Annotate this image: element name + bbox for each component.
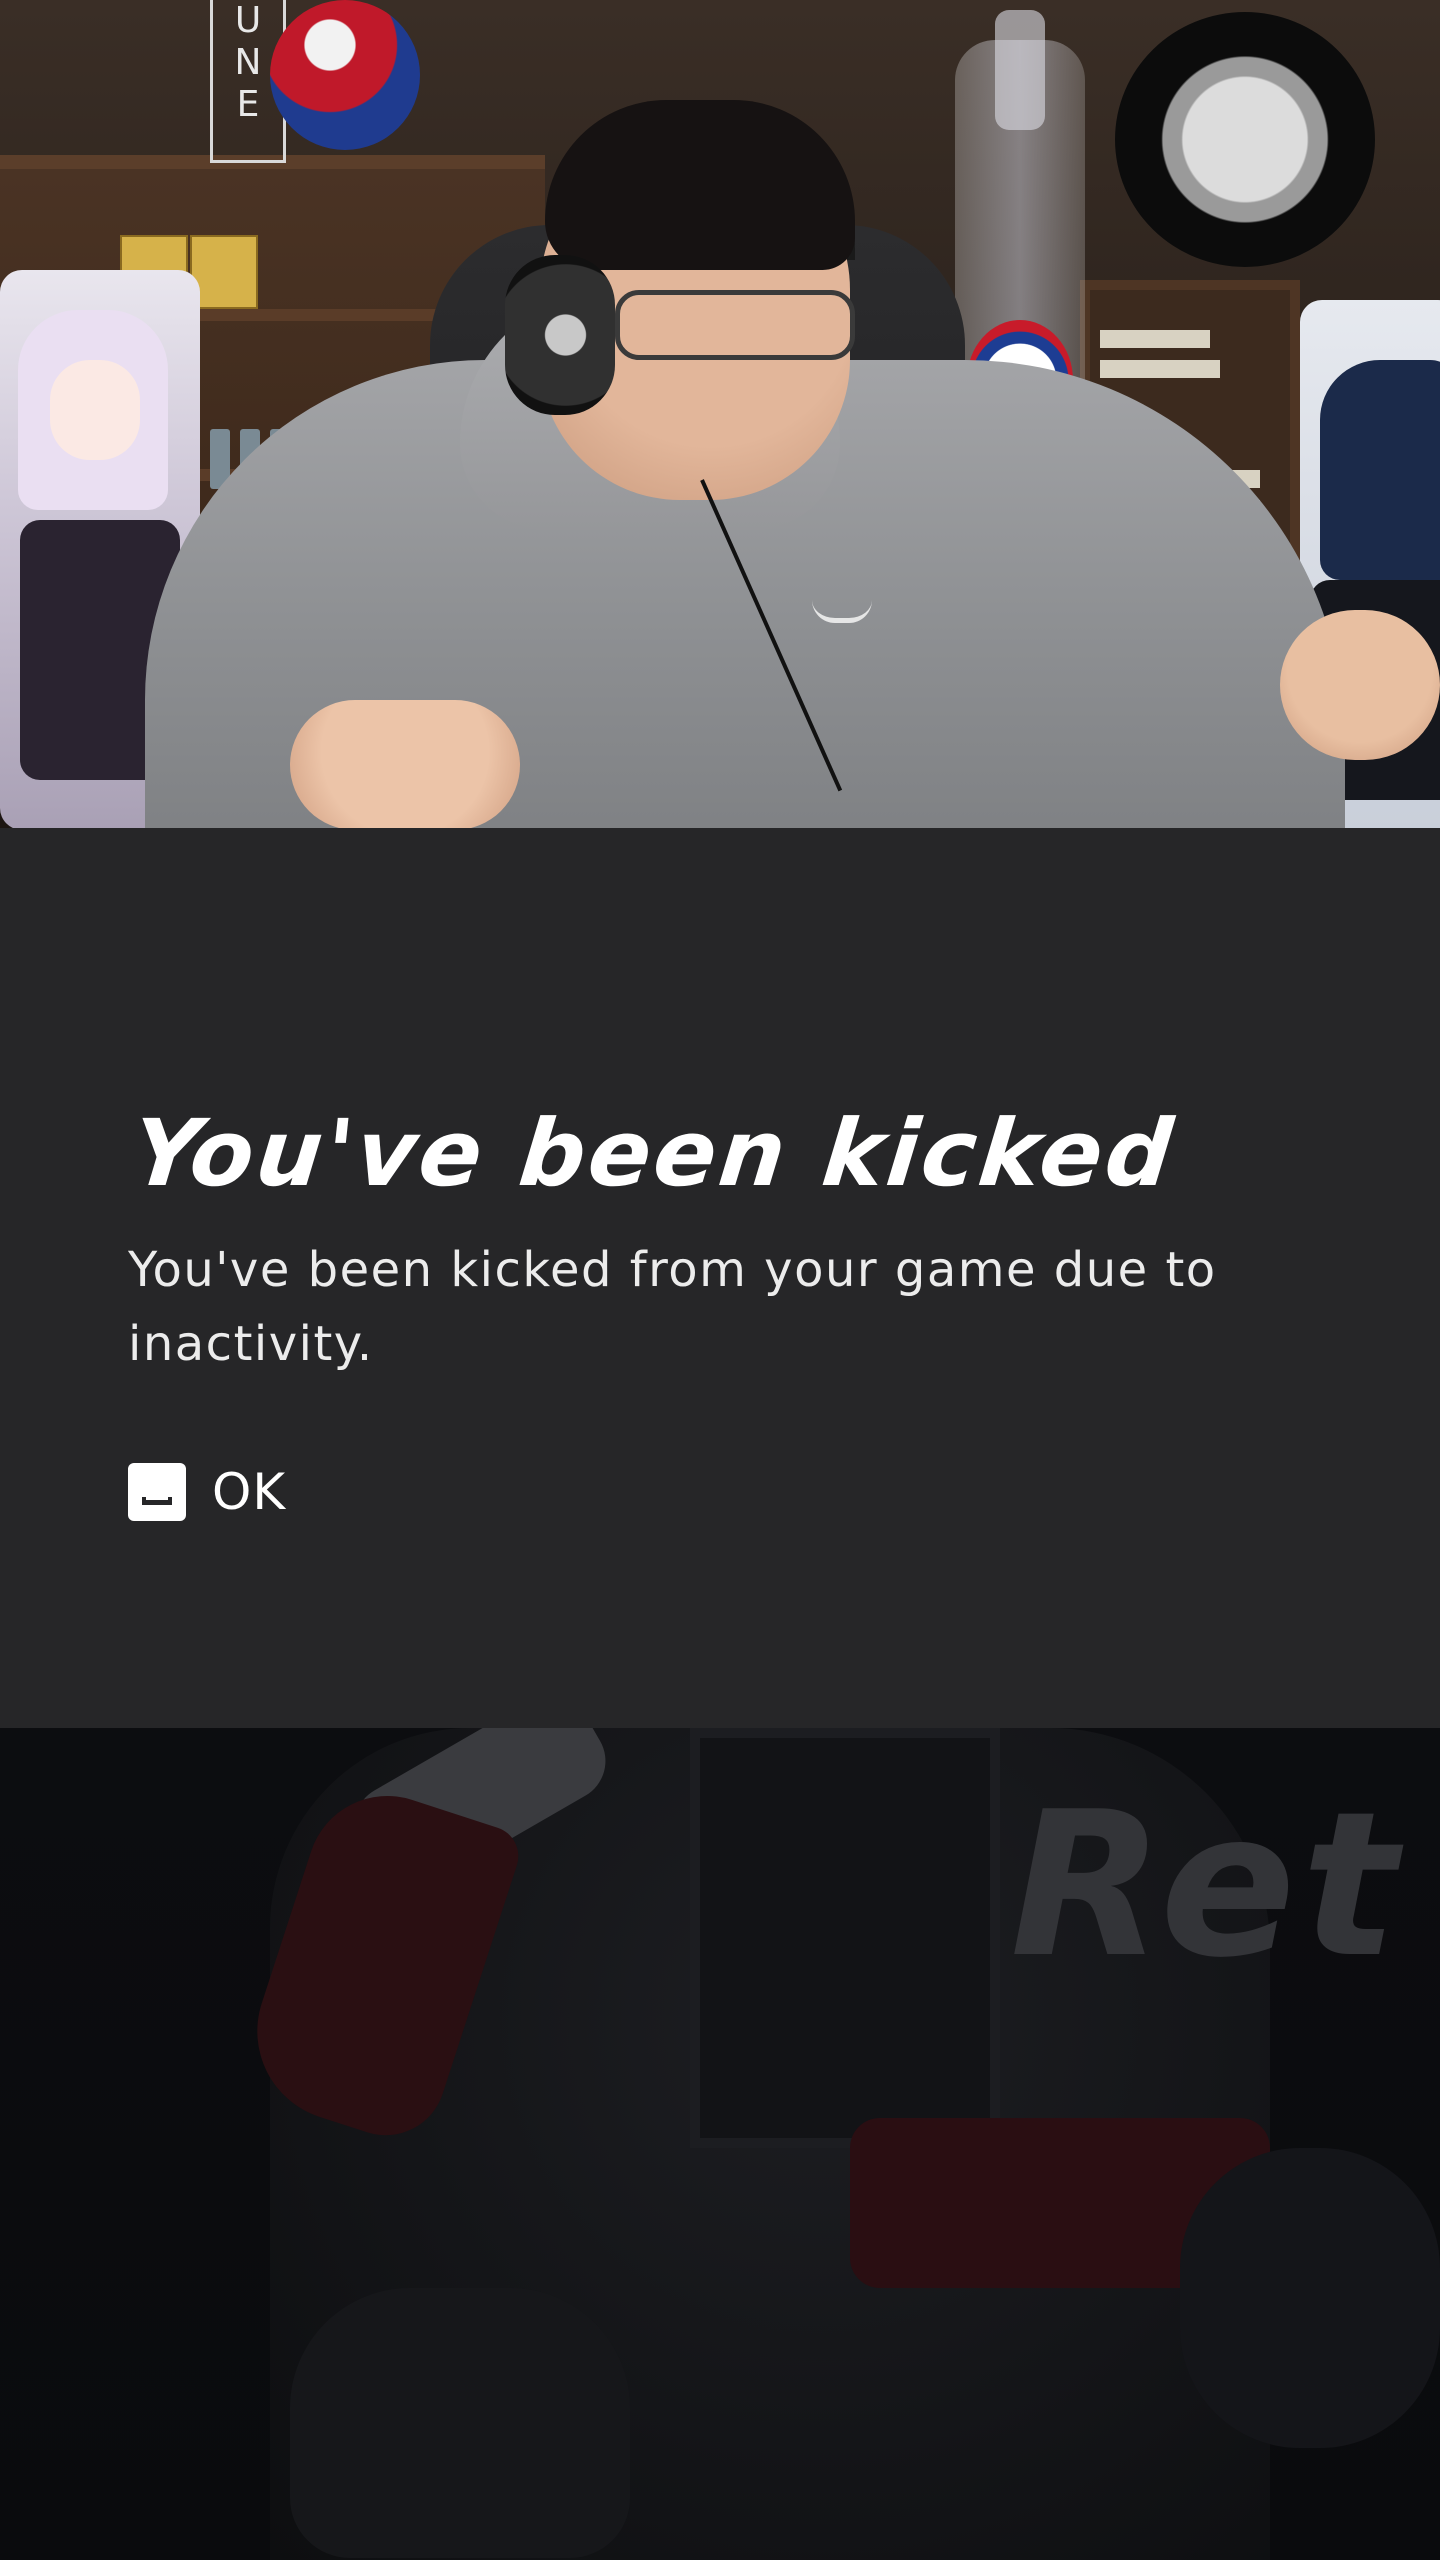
background-title-text: Ret [1010,1769,1404,2002]
ok-button[interactable]: OK [128,1462,286,1522]
character-fist [290,2288,630,2558]
streamer-hair [545,100,855,270]
webcam-overlay: UNE [0,0,1440,828]
ok-button-label: OK [212,1463,287,1521]
headphones-earcup [505,255,615,415]
character-chest-panel [690,1728,1000,2148]
character-hand [1180,2148,1440,2448]
wall-clock-decoration [1115,12,1375,267]
dialog-title: You've been kicked [127,1100,1181,1207]
glasses [615,290,855,360]
dialog-message: You've been kicked from your game due to… [128,1242,1217,1372]
screen: UNE You've been kicked You've been kicke… [0,0,1440,2560]
spacebar-key-icon [128,1463,186,1521]
kicked-dialog: You've been kicked You've been kicked fr… [0,828,1440,1728]
globe-decoration [270,0,420,150]
streamer-hand-right [1280,610,1440,760]
streamer-hand-left [290,700,520,828]
game-background: Ret [0,1728,1440,2560]
